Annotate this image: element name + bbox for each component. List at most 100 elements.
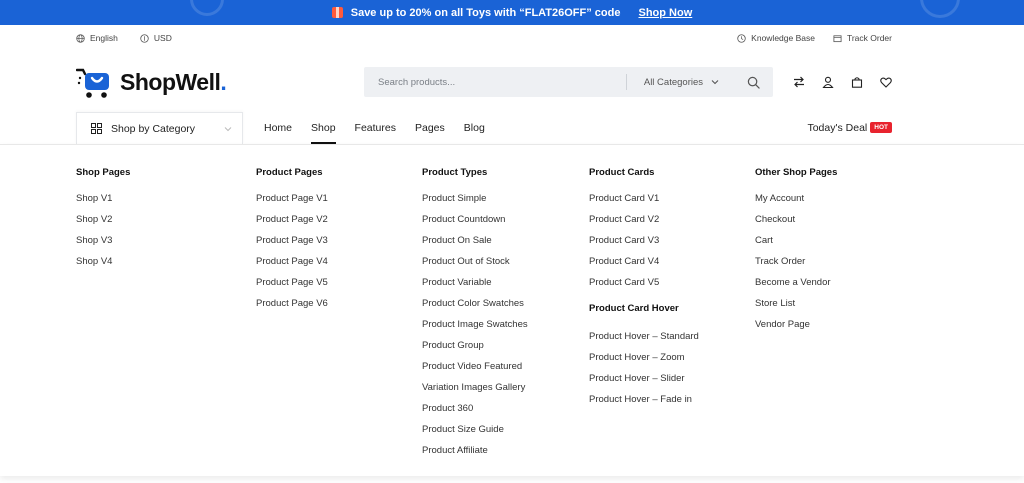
menu-column-product-cards: Product Cards Product Card V1 Product Ca… — [589, 167, 699, 415]
menu-link[interactable]: Product Card V5 — [589, 277, 699, 298]
language-selector[interactable]: English — [76, 33, 118, 43]
help-icon — [737, 33, 746, 43]
track-order-link[interactable]: Track Order — [833, 33, 892, 43]
gift-icon — [331, 7, 343, 18]
search-button[interactable] — [733, 67, 773, 97]
main-header: ShopWell. All Categories — [76, 58, 892, 106]
decorative-circle — [920, 0, 960, 18]
menu-link[interactable]: Variation Images Gallery — [422, 382, 528, 403]
package-icon — [833, 34, 842, 42]
track-order-label: Track Order — [846, 33, 892, 43]
menu-link[interactable]: Product Page V2 — [256, 214, 328, 235]
menu-link[interactable]: Product Card V1 — [589, 193, 699, 214]
globe-icon — [76, 33, 85, 43]
menu-link[interactable]: Vendor Page — [755, 319, 837, 340]
menu-link[interactable]: My Account — [755, 193, 837, 214]
chevron-down-icon — [224, 126, 232, 131]
currency-icon — [140, 33, 149, 43]
menu-link[interactable]: Shop V2 — [76, 214, 130, 235]
menu-link[interactable]: Product Hover – Fade in — [589, 394, 699, 415]
column-title: Product Cards — [589, 167, 655, 178]
menu-link[interactable]: Shop V1 — [76, 193, 130, 214]
menu-link[interactable]: Product Page V3 — [256, 235, 328, 256]
menu-column-product-pages: Product Pages Product Page V1 Product Pa… — [256, 167, 328, 319]
menu-link[interactable]: Product Card V3 — [589, 235, 699, 256]
shop-by-category-button[interactable]: Shop by Category — [76, 112, 243, 144]
grid-icon — [91, 123, 102, 134]
decorative-circle — [190, 0, 224, 16]
column-title: Product Types — [422, 167, 488, 178]
cart-button[interactable] — [851, 76, 863, 88]
menu-link[interactable]: Product Page V5 — [256, 277, 328, 298]
column-title: Shop Pages — [76, 167, 131, 178]
shopping-bag-icon — [851, 77, 863, 88]
logo[interactable]: ShopWell. — [76, 64, 364, 100]
menu-link[interactable]: Product Hover – Standard — [589, 331, 699, 352]
column-title: Other Shop Pages — [755, 167, 838, 178]
menu-link[interactable]: Product Hover – Zoom — [589, 352, 699, 373]
todays-deal-link[interactable]: Today's Deal HOT — [807, 112, 892, 144]
menu-link[interactable]: Product Image Swatches — [422, 319, 528, 340]
compare-button[interactable] — [793, 76, 805, 88]
shop-by-category-label: Shop by Category — [111, 122, 196, 135]
menu-link[interactable]: Product Affiliate — [422, 445, 528, 466]
menu-link[interactable]: Product Simple — [422, 193, 528, 214]
menu-link[interactable]: Product Out of Stock — [422, 256, 528, 277]
nav-pages[interactable]: Pages — [415, 112, 445, 144]
nav-shop[interactable]: Shop — [311, 112, 336, 144]
shop-mega-menu: Shop Pages Shop V1 Shop V2 Shop V3 Shop … — [0, 144, 1024, 476]
user-icon — [822, 76, 834, 88]
menu-link[interactable]: Shop V4 — [76, 256, 130, 277]
menu-link[interactable]: Cart — [755, 235, 837, 256]
chevron-down-icon — [711, 80, 719, 85]
search-bar: All Categories — [364, 67, 773, 97]
wishlist-button[interactable] — [880, 77, 892, 88]
nav-blog[interactable]: Blog — [464, 112, 485, 144]
promo-bar: Save up to 20% on all Toys with “FLAT26O… — [0, 0, 1024, 25]
menu-link[interactable]: Product Page V4 — [256, 256, 328, 277]
promo-text: Save up to 20% on all Toys with “FLAT26O… — [350, 6, 621, 19]
menu-link[interactable]: Shop V3 — [76, 235, 130, 256]
column-subtitle: Product Card Hover — [589, 303, 679, 314]
menu-link[interactable]: Product Page V6 — [256, 298, 328, 319]
search-input[interactable] — [364, 67, 626, 97]
menu-link[interactable]: Product On Sale — [422, 235, 528, 256]
menu-link[interactable]: Product Color Swatches — [422, 298, 528, 319]
knowledge-base-label: Knowledge Base — [751, 33, 815, 43]
cart-logo-icon — [76, 68, 109, 98]
menu-link[interactable]: Become a Vendor — [755, 277, 837, 298]
category-select-label: All Categories — [643, 76, 703, 88]
nav-features[interactable]: Features — [355, 112, 396, 144]
menu-column-shop-pages: Shop Pages Shop V1 Shop V2 Shop V3 Shop … — [76, 167, 130, 277]
menu-column-product-types: Product Types Product Simple Product Cou… — [422, 167, 528, 466]
language-label: English — [90, 33, 118, 43]
menu-link[interactable]: Product Video Featured — [422, 361, 528, 382]
utility-bar: English USD Knowledge Base Track Order — [76, 25, 892, 51]
menu-link[interactable]: Product Hover – Slider — [589, 373, 699, 394]
menu-link[interactable]: Store List — [755, 298, 837, 319]
menu-link[interactable]: Product Variable — [422, 277, 528, 298]
category-select[interactable]: All Categories — [627, 77, 733, 88]
todays-deal-label: Today's Deal — [807, 122, 868, 134]
compare-arrows-icon — [794, 76, 804, 88]
menu-link[interactable]: Product Countdown — [422, 214, 528, 235]
menu-link[interactable]: Product Card V4 — [589, 256, 699, 277]
column-title: Product Pages — [256, 167, 323, 178]
search-icon — [747, 76, 760, 89]
shop-now-link[interactable]: Shop Now — [638, 7, 692, 19]
menu-link[interactable]: Product 360 — [422, 403, 528, 424]
menu-link[interactable]: Product Group — [422, 340, 528, 361]
currency-selector[interactable]: USD — [140, 33, 172, 43]
main-navigation: Shop by Category Home Shop Features Page… — [76, 112, 892, 144]
menu-link[interactable]: Product Card V2 — [589, 214, 699, 235]
menu-link[interactable]: Track Order — [755, 256, 837, 277]
account-button[interactable] — [822, 76, 834, 88]
menu-link[interactable]: Product Page V1 — [256, 193, 328, 214]
menu-link[interactable]: Product Size Guide — [422, 424, 528, 445]
heart-icon — [880, 77, 892, 88]
menu-column-other-shop-pages: Other Shop Pages My Account Checkout Car… — [755, 167, 837, 340]
knowledge-base-link[interactable]: Knowledge Base — [737, 33, 815, 43]
menu-link[interactable]: Checkout — [755, 214, 837, 235]
nav-home[interactable]: Home — [264, 112, 292, 144]
hot-badge: HOT — [870, 121, 892, 133]
